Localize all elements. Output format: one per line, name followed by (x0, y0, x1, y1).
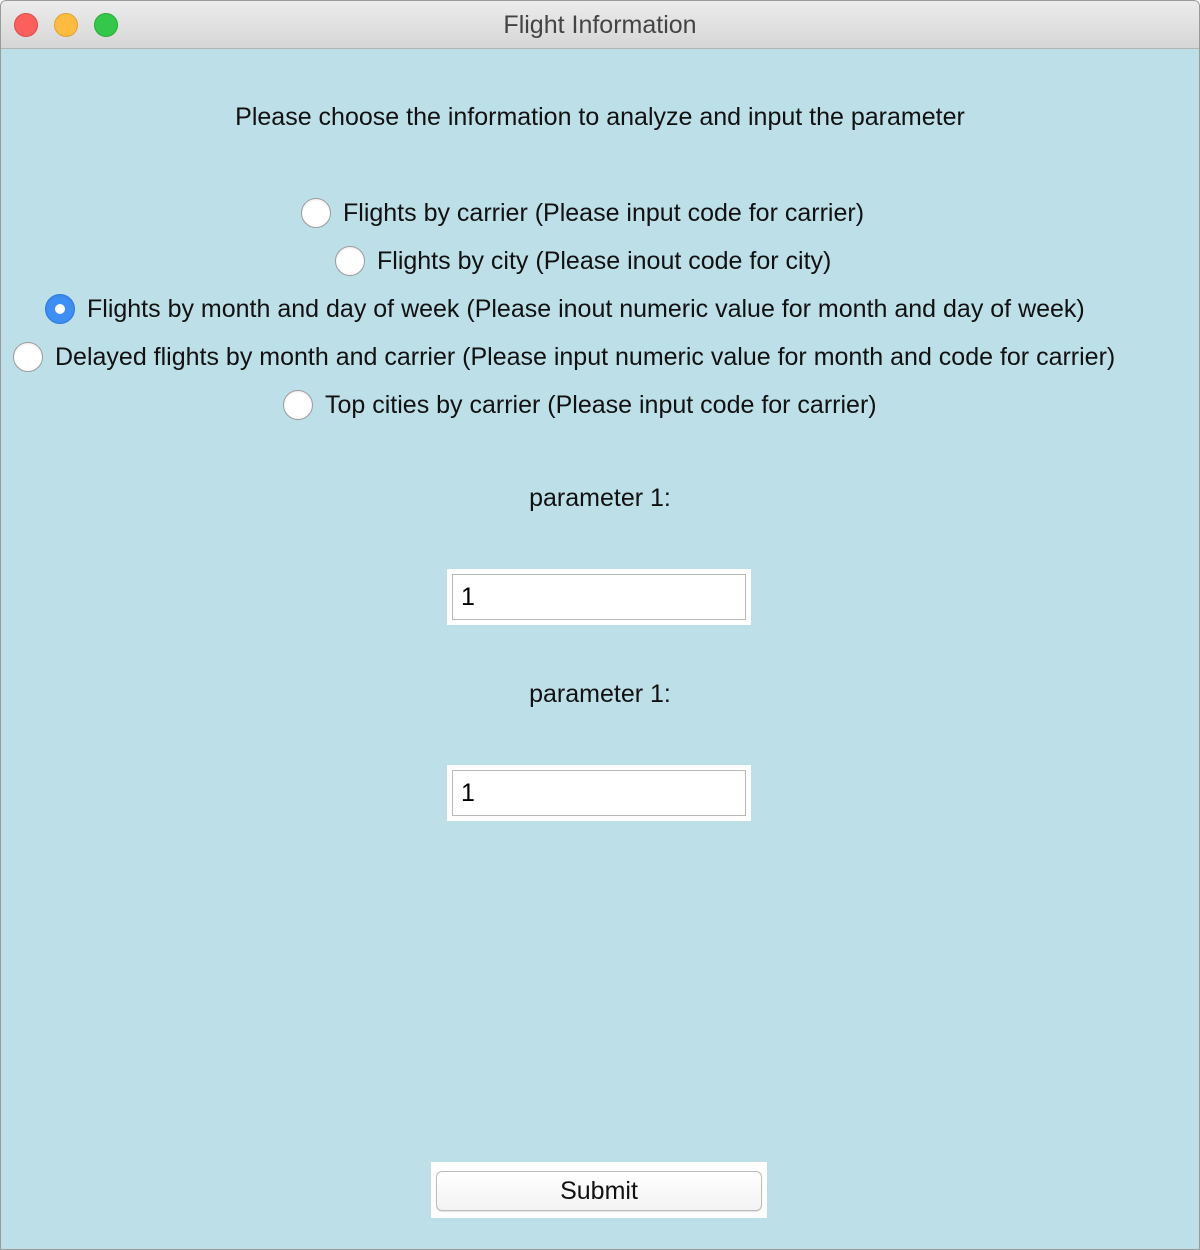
radio-selected-icon[interactable] (45, 294, 75, 324)
radio-label: Delayed flights by month and carrier (Pl… (55, 342, 1116, 371)
parameter-1-label: parameter 1: (529, 484, 671, 512)
app-window: Flight Information Please choose the inf… (0, 0, 1200, 1250)
radio-label: Top cities by carrier (Please input code… (325, 390, 877, 419)
radio-option-city[interactable]: Flights by city (Please inout code for c… (335, 244, 831, 278)
radio-unselected-icon[interactable] (283, 390, 313, 420)
radio-option-delayed[interactable]: Delayed flights by month and carrier (Pl… (13, 340, 1115, 374)
instruction-text: Please choose the information to analyze… (235, 103, 965, 131)
radio-unselected-icon[interactable] (335, 246, 365, 276)
radio-option-carrier[interactable]: Flights by carrier (Please input code fo… (301, 196, 864, 230)
parameter-1-input[interactable] (452, 574, 746, 620)
radio-option-month-day[interactable]: Flights by month and day of week (Please… (45, 292, 1085, 326)
title-bar[interactable]: Flight Information (1, 1, 1199, 49)
parameter-1-frame (447, 569, 751, 625)
parameter-2-label: parameter 1: (529, 680, 671, 708)
radio-unselected-icon[interactable] (301, 198, 331, 228)
radio-option-top-cities[interactable]: Top cities by carrier (Please input code… (283, 388, 877, 422)
radio-unselected-icon[interactable] (13, 342, 43, 372)
radio-label: Flights by city (Please inout code for c… (377, 246, 832, 275)
submit-frame: Submit (431, 1162, 767, 1218)
radio-dot (55, 304, 65, 314)
main-panel: Please choose the information to analyze… (1, 49, 1199, 1249)
submit-button[interactable]: Submit (436, 1171, 762, 1211)
parameter-2-input[interactable] (452, 770, 746, 816)
window-title: Flight Information (503, 11, 697, 39)
radio-label: Flights by month and day of week (Please… (87, 294, 1085, 323)
parameter-2-frame (447, 765, 751, 821)
radio-label: Flights by carrier (Please input code fo… (343, 198, 865, 227)
